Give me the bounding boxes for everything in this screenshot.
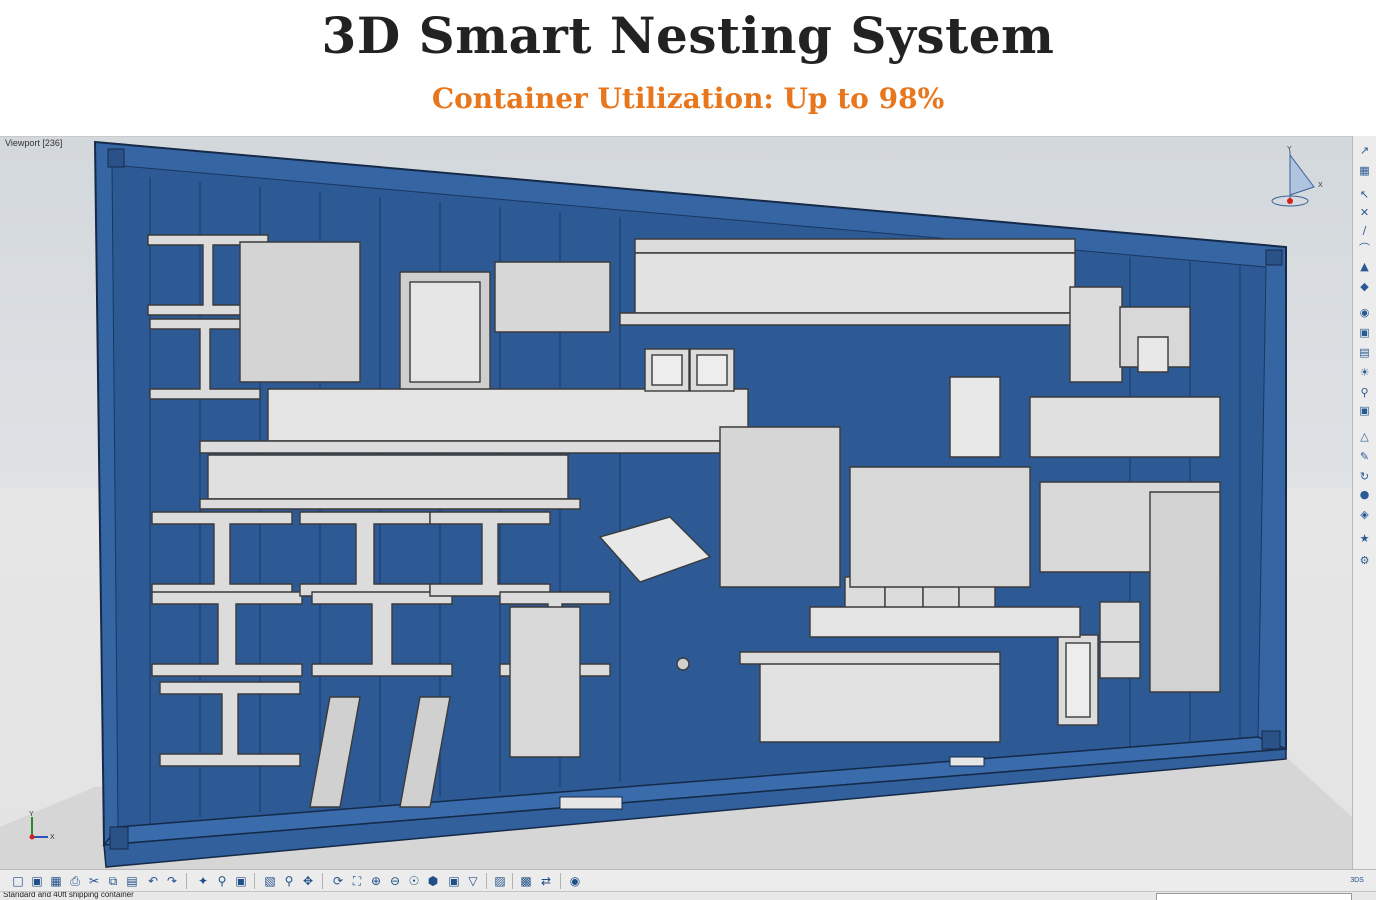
apply-material-icon[interactable]: ◉ bbox=[567, 873, 583, 889]
zoom-icon[interactable]: ⚲ bbox=[1357, 386, 1372, 400]
fit-all-icon[interactable]: ⛶ bbox=[349, 873, 365, 889]
axis-indicator-y: Y bbox=[29, 811, 34, 818]
camera-icon[interactable]: ▣ bbox=[1357, 404, 1372, 418]
zoom-area-icon[interactable]: ⚲ bbox=[281, 873, 297, 889]
extra-icon[interactable]: ★ bbox=[1357, 532, 1372, 546]
material-icon[interactable]: ◈ bbox=[1357, 508, 1372, 522]
light-icon[interactable]: ☀ bbox=[1357, 366, 1372, 380]
swap-icon[interactable]: ▩ bbox=[518, 873, 534, 889]
pan-icon[interactable]: ✥ bbox=[300, 873, 316, 889]
line-icon[interactable]: ∕ bbox=[1357, 224, 1372, 238]
select-icon[interactable]: ↖ bbox=[1357, 188, 1372, 202]
snap-icon[interactable]: ✕ bbox=[1357, 206, 1372, 220]
swap-icon[interactable]: ⇄ bbox=[538, 873, 554, 889]
filter-icon[interactable]: ▽ bbox=[465, 873, 481, 889]
cut-icon[interactable]: ✂ bbox=[86, 873, 102, 889]
fly-icon[interactable]: ✦ bbox=[195, 873, 211, 889]
plane-icon[interactable]: △ bbox=[1357, 430, 1372, 444]
shade-icon[interactable]: ◆ bbox=[1357, 280, 1372, 294]
container-scene: Y X Y X bbox=[0, 140, 1352, 869]
iso-view-icon[interactable]: ⬢ bbox=[425, 873, 441, 889]
status-bar: Standard and 40ft shipping container bbox=[0, 891, 1376, 900]
open-folder-icon[interactable]: ▣ bbox=[29, 873, 45, 889]
new-file-icon[interactable]: □ bbox=[10, 873, 26, 889]
paint-icon[interactable]: ▲ bbox=[1357, 260, 1372, 274]
compass-axis-y: Y bbox=[1287, 146, 1292, 153]
hide-icon[interactable]: ▨ bbox=[492, 873, 508, 889]
zoom-out-icon[interactable]: ⊖ bbox=[387, 873, 403, 889]
paste-icon[interactable]: ▤ bbox=[124, 873, 140, 889]
search-icon[interactable]: ⚲ bbox=[214, 873, 230, 889]
compass-axis-x: X bbox=[1318, 182, 1323, 189]
save-icon[interactable]: ▦ bbox=[48, 873, 64, 889]
bottom-toolbar: □ ▣ ▦ ⎙ ✂ ⧉ ▤ ↶ ↷ ✦ ⚲ ▣ ▧ ⚲ ✥ ⟳ ⛶ ⊕ ⊖ ☉ … bbox=[0, 869, 1376, 891]
sphere-icon[interactable]: ● bbox=[1357, 488, 1372, 502]
rotate-view-icon[interactable]: ⟳ bbox=[330, 873, 346, 889]
normal-view-icon[interactable]: ☉ bbox=[406, 873, 422, 889]
axis-indicator-x: X bbox=[50, 834, 55, 841]
grid-icon[interactable]: ▦ bbox=[1357, 164, 1372, 178]
snapshot-icon[interactable]: ▣ bbox=[233, 873, 249, 889]
measure-icon[interactable]: ↗ bbox=[1357, 144, 1372, 158]
redo-icon[interactable]: ↷ bbox=[164, 873, 180, 889]
3d-viewport[interactable]: Viewport [236] Y X Y X bbox=[0, 136, 1352, 869]
rotate-icon[interactable]: ↻ bbox=[1357, 470, 1372, 484]
arc-icon[interactable]: ⌒ bbox=[1357, 242, 1372, 256]
copy-icon[interactable]: ⧉ bbox=[105, 873, 121, 889]
edit-icon[interactable]: ✎ bbox=[1357, 450, 1372, 464]
header: 3D Smart Nesting System Container Utiliz… bbox=[0, 0, 1376, 136]
zoom-in-icon[interactable]: ⊕ bbox=[368, 873, 384, 889]
status-text: Standard and 40ft shipping container bbox=[3, 891, 134, 899]
undo-icon[interactable]: ↶ bbox=[145, 873, 161, 889]
app-logo: 3DS bbox=[1350, 877, 1364, 884]
page-subtitle: Container Utilization: Up to 98% bbox=[431, 82, 945, 115]
page-title: 3D Smart Nesting System bbox=[321, 6, 1055, 65]
view-icon[interactable]: ▣ bbox=[1357, 326, 1372, 340]
compass-icon[interactable]: Y X bbox=[1271, 146, 1323, 207]
render-icon[interactable]: ◉ bbox=[1357, 306, 1372, 320]
layer-icon[interactable]: ▤ bbox=[1357, 346, 1372, 360]
print-icon[interactable]: ⎙ bbox=[67, 873, 83, 889]
shading-icon[interactable]: ▣ bbox=[446, 873, 462, 889]
sketch-icon[interactable]: ▧ bbox=[262, 873, 278, 889]
command-input[interactable] bbox=[1156, 893, 1352, 900]
settings-icon[interactable]: ⚙ bbox=[1357, 554, 1372, 568]
right-toolbar: ↗ ▦ ↖ ✕ ∕ ⌒ ▲ ◆ ◉ ▣ ▤ ☀ ⚲ ▣ △ ✎ ↻ ● ◈ ★ … bbox=[1352, 136, 1376, 869]
